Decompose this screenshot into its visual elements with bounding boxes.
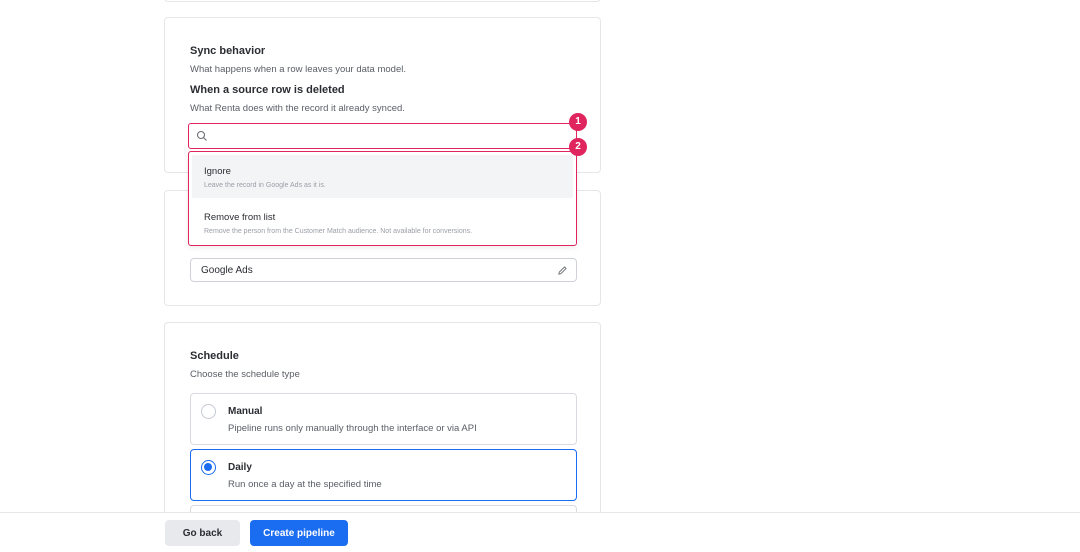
deleted-row-subtitle: What Renta does with the record it alrea… <box>190 103 405 114</box>
destination-value: Google Ads <box>201 265 253 276</box>
schedule-option-label: Manual <box>228 406 263 417</box>
previous-section-card <box>164 0 601 2</box>
option-label: Remove from list <box>204 212 276 223</box>
option-remove-from-list[interactable]: Remove from list Remove the person from … <box>192 201 573 244</box>
sync-behavior-title: Sync behavior <box>190 45 266 57</box>
schedule-option-description: Pipeline runs only manually through the … <box>228 423 477 434</box>
destination-field[interactable]: Google Ads <box>190 258 577 282</box>
annotation-badge-2: 2 <box>569 138 587 156</box>
option-ignore[interactable]: Ignore Leave the record in Google Ads as… <box>192 155 573 198</box>
sync-behavior-subtitle: What happens when a row leaves your data… <box>190 64 406 75</box>
search-icon <box>196 130 207 141</box>
deleted-row-title: When a source row is deleted <box>190 84 345 96</box>
schedule-option-description: Run once a day at the specified time <box>228 479 382 490</box>
option-label: Ignore <box>204 166 231 177</box>
sync-behavior-card: Sync behavior What happens when a row le… <box>164 17 601 173</box>
schedule-option-manual[interactable]: Manual Pipeline runs only manually throu… <box>190 393 577 445</box>
schedule-subtitle: Choose the schedule type <box>190 369 300 380</box>
deleted-row-select-search[interactable] <box>188 123 577 149</box>
radio-manual[interactable] <box>201 404 216 419</box>
radio-daily[interactable] <box>201 460 216 475</box>
search-input[interactable] <box>213 127 568 145</box>
go-back-button[interactable]: Go back <box>165 520 240 546</box>
option-description: Leave the record in Google Ads as it is. <box>204 182 326 189</box>
annotation-badge-1: 1 <box>569 113 587 131</box>
option-description: Remove the person from the Customer Matc… <box>204 228 473 235</box>
schedule-title: Schedule <box>190 350 239 362</box>
pencil-icon[interactable] <box>557 265 568 276</box>
schedule-card: Schedule Choose the schedule type Manual… <box>164 322 601 552</box>
schedule-option-label: Daily <box>228 462 252 473</box>
schedule-option-daily[interactable]: Daily Run once a day at the specified ti… <box>190 449 577 501</box>
deleted-row-options-dropdown: Ignore Leave the record in Google Ads as… <box>188 151 577 246</box>
footer-bar: Go back Create pipeline <box>0 512 1080 552</box>
create-pipeline-button[interactable]: Create pipeline <box>250 520 348 546</box>
